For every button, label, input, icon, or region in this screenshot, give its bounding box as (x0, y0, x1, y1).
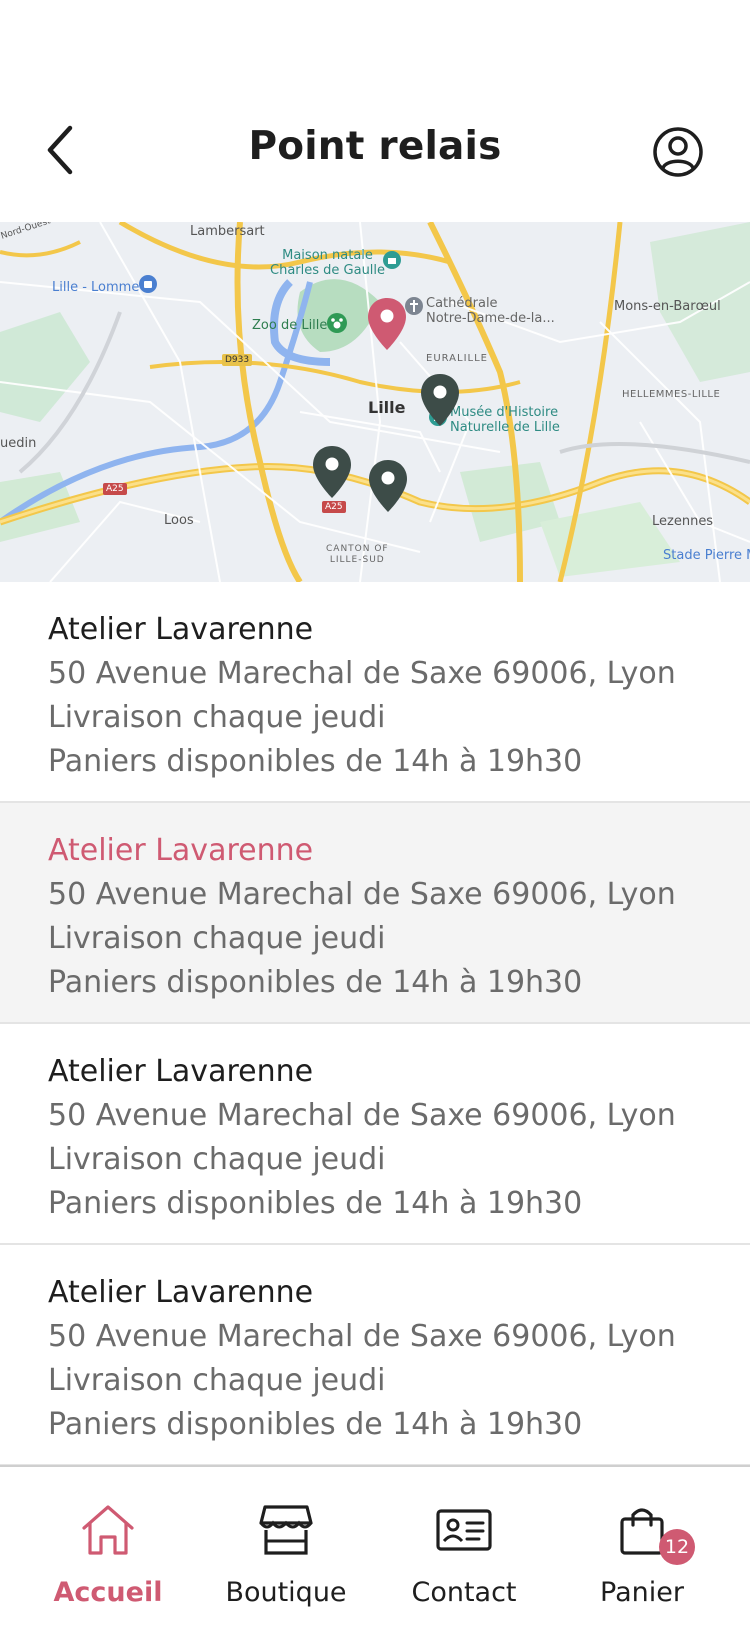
contact-card-icon (436, 1509, 492, 1551)
nav-label: Panier (600, 1577, 684, 1608)
map-label-zoo: Zoo de Lille (252, 318, 328, 333)
nav-label: Contact (411, 1577, 517, 1608)
zoo-pin-icon (327, 313, 347, 333)
relay-hours: Paniers disponibles de 14h à 19h30 (48, 1186, 583, 1221)
relay-delivery: Livraison chaque jeudi (48, 1142, 386, 1177)
map-label-lezennes: Lezennes (652, 514, 714, 529)
map-view[interactable]: Lambersart Maison natale Charles de Gaul… (0, 222, 750, 582)
nav-label: Accueil (53, 1577, 163, 1608)
relay-delivery: Livraison chaque jeudi (48, 1363, 386, 1398)
relay-delivery: Livraison chaque jeudi (48, 921, 386, 956)
nav-item-contact[interactable]: Contact (379, 1467, 549, 1626)
relay-hours: Paniers disponibles de 14h à 19h30 (48, 744, 583, 779)
nav-item-accueil[interactable]: Accueil (23, 1467, 193, 1626)
relay-marker-icon[interactable] (367, 458, 409, 514)
relay-name: Atelier Lavarenne (48, 612, 314, 647)
road-shield-a25: A25 (103, 483, 127, 495)
road-shield-d933: D933 (222, 354, 253, 366)
user-circle-icon (653, 127, 703, 177)
map-label-hellemmes: HELLEMMES-LILLE (622, 389, 721, 400)
relay-list-item[interactable]: Atelier Lavarenne 50 Avenue Marechal de … (0, 1024, 750, 1245)
nav-item-panier[interactable]: 12 Panier (557, 1467, 727, 1626)
cart-count-badge: 12 (659, 1529, 695, 1565)
shop-icon (259, 1505, 313, 1555)
map-label-mons: Mons-en-Barœul (614, 299, 721, 314)
nav-item-boutique[interactable]: Boutique (201, 1467, 371, 1626)
relay-address: 50 Avenue Marechal de Saxe 69006, Lyon (48, 1098, 676, 1133)
relay-list-item[interactable]: Atelier Lavarenne 50 Avenue Marechal de … (0, 582, 750, 803)
map-label-uedin: uedin (0, 436, 37, 451)
relay-name: Atelier Lavarenne (48, 1054, 314, 1089)
relay-address: 50 Avenue Marechal de Saxe 69006, Lyon (48, 877, 676, 912)
relay-marker-icon[interactable] (419, 372, 461, 428)
shopping-pin-icon (139, 275, 157, 293)
relay-list-item-selected[interactable]: Atelier Lavarenne 50 Avenue Marechal de … (0, 803, 750, 1024)
map-label-lille: Lille (368, 398, 406, 417)
road-shield-a25: A25 (322, 501, 346, 513)
app-header: Point relais (0, 0, 750, 222)
relay-list-item[interactable]: Atelier Lavarenne 50 Avenue Marechal de … (0, 1245, 750, 1466)
map-label-stade: Stade Pierre M (663, 548, 750, 563)
page-title: Point relais (248, 124, 502, 169)
relay-marker-icon[interactable] (311, 444, 353, 500)
bottom-navigation: Accueil Boutique Contact 12 Panier (0, 1465, 750, 1626)
relay-hours: Paniers disponibles de 14h à 19h30 (48, 1407, 583, 1442)
relay-address: 50 Avenue Marechal de Saxe 69006, Lyon (48, 1319, 676, 1354)
map-label-maison-natale: Maison natale Charles de Gaulle (270, 248, 386, 278)
home-icon (82, 1505, 134, 1555)
museum-pin-icon (383, 251, 401, 269)
nav-label: Boutique (225, 1577, 347, 1608)
map-label-musee: Musée d'Histoire Naturelle de Lille (450, 405, 560, 435)
map-label-loos: Loos (164, 513, 194, 528)
relay-list: Atelier Lavarenne 50 Avenue Marechal de … (0, 582, 750, 1466)
profile-button[interactable] (652, 126, 704, 178)
map-label-lille-lomme: Lille - Lomme (52, 280, 140, 295)
map-label-lambersart: Lambersart (190, 224, 265, 239)
relay-hours: Paniers disponibles de 14h à 19h30 (48, 965, 583, 1000)
map-label-cathedrale: Cathédrale Notre-Dame-de-la... (426, 296, 555, 326)
map-label-canton: CANTON OF LILLE-SUD (326, 544, 389, 565)
selected-relay-marker-icon[interactable] (366, 296, 408, 352)
relay-name: Atelier Lavarenne (48, 1275, 314, 1310)
map-label-euralille: EURALILLE (426, 353, 489, 364)
relay-address: 50 Avenue Marechal de Saxe 69006, Lyon (48, 656, 676, 691)
relay-name: Atelier Lavarenne (48, 833, 314, 868)
relay-delivery: Livraison chaque jeudi (48, 700, 386, 735)
